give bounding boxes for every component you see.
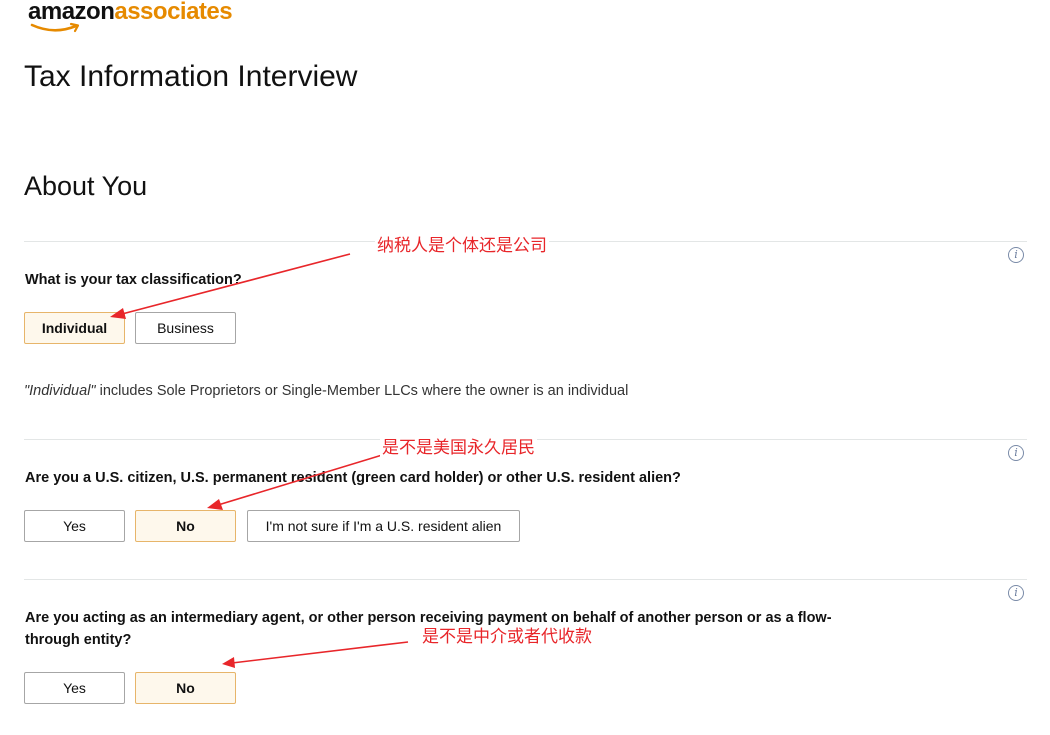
- info-icon[interactable]: i: [1008, 445, 1024, 461]
- page-title: Tax Information Interview: [24, 60, 358, 93]
- section-title: About You: [24, 171, 148, 201]
- info-icon[interactable]: i: [1008, 247, 1024, 263]
- annotation-text-3: 是不是中介或者代收款: [422, 627, 592, 647]
- us-resident-yes-button[interactable]: Yes: [24, 510, 125, 542]
- divider: [24, 579, 1027, 580]
- annotation-text-2: 是不是美国永久居民: [380, 433, 537, 458]
- classification-note: "Individual" includes Sole Proprietors o…: [24, 383, 629, 399]
- annotation-arrowhead-3: [222, 657, 235, 668]
- annotation-text-1: 纳税人是个体还是公司: [375, 231, 549, 256]
- info-icon[interactable]: i: [1008, 585, 1024, 601]
- business-button[interactable]: Business: [135, 312, 236, 344]
- individual-button[interactable]: Individual: [24, 312, 125, 344]
- question-us-resident: Are you a U.S. citizen, U.S. permanent r…: [25, 470, 681, 486]
- annotation-arrow-3: [231, 641, 409, 664]
- question-tax-classification: What is your tax classification?: [25, 272, 242, 288]
- amazon-smile-icon: [30, 22, 80, 33]
- us-resident-no-button[interactable]: No: [135, 510, 236, 542]
- question-intermediary-line2: through entity?: [25, 632, 132, 648]
- intermediary-yes-button[interactable]: Yes: [24, 672, 125, 704]
- not-sure-resident-button[interactable]: I'm not sure if I'm a U.S. resident alie…: [247, 510, 520, 542]
- annotation-arrowhead-2: [207, 499, 223, 510]
- intermediary-no-button[interactable]: No: [135, 672, 236, 704]
